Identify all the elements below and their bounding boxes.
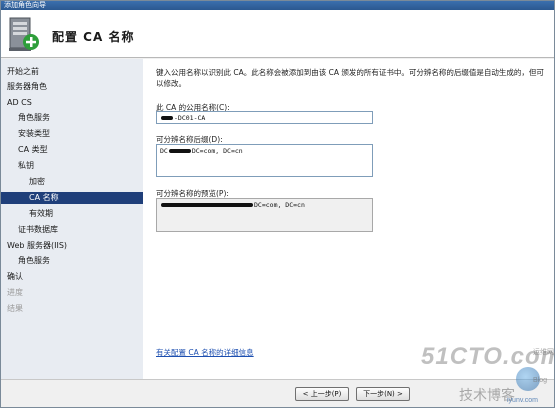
nav-step-ca-name[interactable]: CA 名称 bbox=[1, 192, 143, 204]
nav-step-cryptography[interactable]: 加密 bbox=[29, 176, 45, 188]
window-title: 添加角色向导 bbox=[4, 1, 46, 9]
dn-suffix-value: DC=com, DC=cn bbox=[191, 147, 243, 155]
nav-step-setup-type[interactable]: 安装类型 bbox=[18, 128, 50, 140]
window-title-bar: 添加角色向导 bbox=[1, 1, 554, 10]
nav-step-ca-type[interactable]: CA 类型 bbox=[18, 144, 48, 156]
nav-step-results: 结果 bbox=[7, 304, 23, 313]
dn-preview-box: DC=com, DC=cn bbox=[156, 198, 373, 232]
wizard-content: 键入公用名称以识别此 CA。此名称会被添加到由该 CA 颁发的所有证书中。可分辨… bbox=[143, 59, 554, 379]
previous-button[interactable]: < 上一步(P) bbox=[295, 387, 349, 401]
page-title: 配置 CA 名称 bbox=[52, 30, 135, 44]
wizard-header: 配置 CA 名称 bbox=[1, 10, 554, 58]
nav-step-confirmation[interactable]: 确认 bbox=[7, 271, 23, 283]
dn-preview-value: DC=com, DC=cn bbox=[254, 201, 305, 209]
redacted-mark bbox=[161, 116, 173, 120]
dn-suffix-prefix: DC bbox=[160, 147, 168, 155]
wizard-window: 添加角色向导 配置 CA 名称 开始之前 服务器角色 AD CS 角色服务 安装… bbox=[0, 0, 555, 408]
nav-step-server-roles[interactable]: 服务器角色 bbox=[7, 81, 47, 93]
nav-step-validity-period[interactable]: 有效期 bbox=[29, 208, 53, 220]
nav-step-ad-cs[interactable]: AD CS bbox=[7, 97, 32, 109]
redacted-mark bbox=[168, 149, 191, 153]
nav-step-before-you-begin[interactable]: 开始之前 bbox=[7, 66, 39, 78]
common-name-value: -DC01-CA bbox=[174, 114, 206, 122]
nav-step-role-services[interactable]: 角色服务 bbox=[18, 112, 50, 124]
nav-step-progress: 进度 bbox=[7, 288, 23, 297]
nav-step-web-server-iis[interactable]: Web 服务器(IIS) bbox=[7, 240, 67, 252]
common-name-input[interactable]: -DC01-CA bbox=[156, 111, 373, 124]
wizard-footer: < 上一步(P) 下一步(N) > bbox=[1, 379, 554, 407]
nav-step-certificate-database[interactable]: 证书数据库 bbox=[18, 224, 58, 236]
wizard-steps-nav: 开始之前 服务器角色 AD CS 角色服务 安装类型 CA 类型 私钥 加密 C… bbox=[1, 59, 143, 379]
dn-suffix-input[interactable]: DC DC=com, DC=cn bbox=[156, 144, 373, 177]
redacted-mark bbox=[161, 203, 253, 207]
certificate-server-icon bbox=[9, 17, 39, 51]
intro-text: 键入公用名称以识别此 CA。此名称会被添加到由该 CA 颁发的所有证书中。可分辨… bbox=[156, 68, 544, 88]
nav-step-private-key[interactable]: 私钥 bbox=[18, 160, 34, 172]
nav-step-iis-role-services[interactable]: 角色服务 bbox=[18, 255, 50, 267]
next-button[interactable]: 下一步(N) > bbox=[356, 387, 410, 401]
ca-name-help-link[interactable]: 有关配置 CA 名称的详细信息 bbox=[156, 347, 254, 358]
